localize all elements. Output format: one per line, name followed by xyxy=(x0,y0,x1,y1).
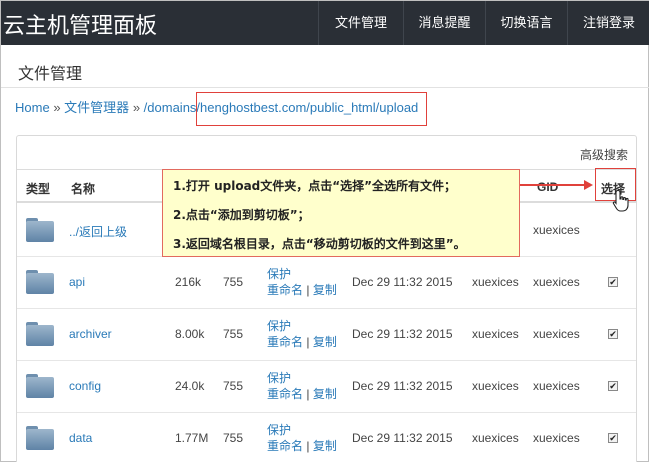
modified-date: Dec 29 11:32 2015 xyxy=(352,327,453,341)
protect-link[interactable]: 保护 xyxy=(267,371,291,385)
table-row: data 1.77M 755 保护 重命名 | 复制 Dec 29 11:32 … xyxy=(17,413,636,462)
file-permission[interactable]: 755 xyxy=(223,431,243,445)
column-type: 类型 xyxy=(26,182,51,196)
gid-value: xuexices xyxy=(533,431,580,445)
advanced-search-link[interactable]: 高级搜索 xyxy=(580,146,628,163)
checkbox-checked-icon[interactable]: ✔ xyxy=(608,329,618,339)
breadcrumb-separator: » xyxy=(132,100,141,115)
folder-icon xyxy=(26,218,54,242)
divider xyxy=(1,87,649,88)
gid-value: xuexices xyxy=(533,379,580,393)
protect-link[interactable]: 保护 xyxy=(267,319,291,333)
file-actions: 保护 重命名 | 复制 xyxy=(267,319,337,349)
file-permission[interactable]: 755 xyxy=(223,379,243,393)
breadcrumb-separator: » xyxy=(53,100,61,115)
protect-link[interactable]: 保护 xyxy=(267,267,291,281)
folder-icon xyxy=(26,270,54,294)
arrow-line xyxy=(520,184,586,186)
folder-icon xyxy=(26,322,54,346)
column-gid[interactable]: GID xyxy=(537,180,558,194)
rename-link[interactable]: 重命名 xyxy=(267,439,303,453)
file-name-link[interactable]: api xyxy=(69,275,85,289)
modified-date: Dec 29 11:32 2015 xyxy=(352,431,453,445)
checkbox-checked-icon[interactable]: ✔ xyxy=(608,433,618,443)
folder-icon xyxy=(26,426,54,450)
rename-link[interactable]: 重命名 xyxy=(267,335,303,349)
modified-date: Dec 29 11:32 2015 xyxy=(352,275,453,289)
uid-value: xuexices xyxy=(472,379,519,393)
modified-date: Dec 29 11:32 2015 xyxy=(352,379,453,393)
file-size: 8.00k xyxy=(175,327,205,341)
uid-value: xuexices xyxy=(472,327,519,341)
gid-value: xuexices xyxy=(533,223,580,237)
breadcrumb-home-link[interactable]: Home xyxy=(15,100,50,115)
instruction-callout: 1.打开 upload文件夹，点击“选择”全选所有文件； 2.点击“添加到剪切板… xyxy=(162,169,520,257)
arrow-head-icon xyxy=(584,180,593,190)
callout-step-2: 2.点击“添加到剪切板”； xyxy=(173,208,310,222)
copy-link[interactable]: 复制 xyxy=(313,439,337,453)
file-name-link[interactable]: archiver xyxy=(69,327,112,341)
file-permission[interactable]: 755 xyxy=(223,275,243,289)
protect-link[interactable]: 保护 xyxy=(267,423,291,437)
breadcrumb-file-manager-link[interactable]: 文件管理器 xyxy=(64,100,129,115)
uid-value: xuexices xyxy=(472,431,519,445)
rename-link[interactable]: 重命名 xyxy=(267,283,303,297)
file-actions: 保护 重命名 | 复制 xyxy=(267,267,337,297)
file-permission[interactable]: 755 xyxy=(223,327,243,341)
table-row: api 216k 755 保护 重命名 | 复制 Dec 29 11:32 20… xyxy=(17,257,636,309)
file-name-link[interactable]: config xyxy=(69,379,101,393)
column-name[interactable]: 名称 xyxy=(71,180,95,197)
table-row: config 24.0k 755 保护 重命名 | 复制 Dec 29 11:3… xyxy=(17,361,636,413)
nav-messages[interactable]: 消息提醒 xyxy=(403,1,485,45)
gid-value: xuexices xyxy=(533,327,580,341)
file-name-link[interactable]: data xyxy=(69,431,92,445)
callout-step-3: 3.返回域名根目录，点击“移动剪切板的文件到这里”。 xyxy=(173,237,466,251)
checkbox-checked-icon[interactable]: ✔ xyxy=(608,381,618,391)
copy-link[interactable]: 复制 xyxy=(313,387,337,401)
file-actions: 保护 重命名 | 复制 xyxy=(267,371,337,401)
top-navbar: 云主机管理面板 文件管理 消息提醒 切换语言 注销登录 xyxy=(1,1,649,45)
nav-logout[interactable]: 注销登录 xyxy=(567,1,649,45)
path-highlight-box xyxy=(196,92,427,126)
checkbox-checked-icon[interactable]: ✔ xyxy=(608,277,618,287)
app-brand[interactable]: 云主机管理面板 xyxy=(3,8,157,40)
uid-value: xuexices xyxy=(472,275,519,289)
rename-link[interactable]: 重命名 xyxy=(267,387,303,401)
parent-dir-link[interactable]: ../返回上级 xyxy=(69,223,127,240)
file-size: 24.0k xyxy=(175,379,205,393)
file-actions: 保护 重命名 | 复制 xyxy=(267,423,337,453)
folder-icon xyxy=(26,374,54,398)
table-row: archiver 8.00k 755 保护 重命名 | 复制 Dec 29 11… xyxy=(17,309,636,361)
file-size: 1.77M xyxy=(175,431,209,445)
copy-link[interactable]: 复制 xyxy=(313,283,337,297)
page-title: 文件管理 xyxy=(18,64,83,83)
hand-pointer-icon xyxy=(612,189,629,212)
nav-language[interactable]: 切换语言 xyxy=(485,1,567,45)
gid-value: xuexices xyxy=(533,275,580,289)
nav-file-manager[interactable]: 文件管理 xyxy=(318,1,403,45)
callout-step-1: 1.打开 upload文件夹，点击“选择”全选所有文件； xyxy=(173,179,457,193)
copy-link[interactable]: 复制 xyxy=(313,335,337,349)
file-size: 216k xyxy=(175,275,202,289)
